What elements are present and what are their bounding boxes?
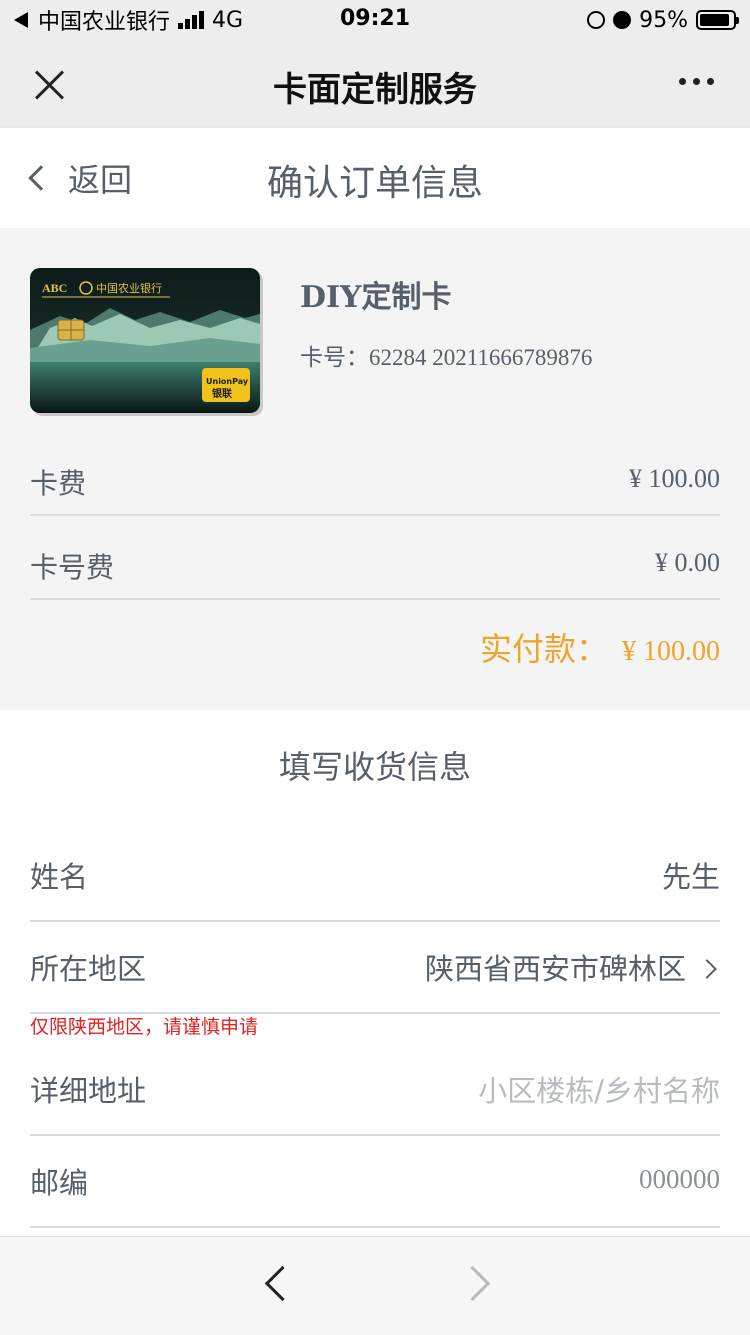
order-summary: ABC 中国农业银行 UnionPay 银联 DIY定制卡 卡号：62284 2… [0,228,750,710]
bottom-nav [0,1236,750,1335]
fee-value: ¥ 0.00 [655,548,720,577]
name-field[interactable]: 先生 [662,854,720,896]
page-header: 返回 确认订单信息 [0,128,750,228]
region-value: 陕西省西安市碑林区 [424,952,686,986]
page-title: 确认订单信息 [266,163,483,204]
delivery-title: 填写收货信息 [278,748,471,786]
alarm-icon [613,11,632,29]
address-row: 详细地址 小区楼栋/乡村名称 [30,1044,720,1136]
more-icon[interactable] [672,78,714,85]
total-value: ¥ 100.00 [622,636,720,667]
status-bar: 中国农业银行 4G 09:21 95% [0,0,750,40]
chevron-left-icon[interactable] [264,1265,301,1302]
zip-field[interactable]: 000000 [639,1164,720,1195]
name-row: 姓名 先生 [30,830,720,922]
total-payment: 实付款： ¥ 100.00 [480,624,720,670]
region-notice: 仅限陕西地区，请谨慎申请 [30,1016,259,1038]
zip-row: 邮编 000000 [30,1136,720,1228]
region-row[interactable]: 所在地区 陕西省西安市碑林区 [30,922,720,1014]
card-bank-name: 中国农业银行 [96,281,162,295]
zip-label: 邮编 [30,1166,89,1200]
address-label: 详细地址 [30,1074,147,1108]
total-label: 实付款： [479,630,608,668]
card-name: DIY定制卡 [300,280,452,315]
name-label: 姓名 [30,860,89,894]
fee-row-card: 卡费 ¥ 100.00 [30,450,720,516]
fee-label: 卡号费 [30,551,115,584]
card-number: 卡号：62284 20211666789876 [300,345,593,370]
card-bank-abbr: ABC [42,281,67,295]
battery-icon [696,10,739,30]
wechat-title: 卡面定制服务 [273,70,477,110]
address-field[interactable]: 小区楼栋/乡村名称 [478,1068,720,1110]
union-pay-label: UnionPay [206,377,249,386]
fee-row-number: 卡号费 ¥ 0.00 [30,534,720,600]
union-pay-cn: 银联 [212,387,232,400]
fee-value: ¥ 100.00 [629,464,720,493]
delivery-form: 填写收货信息 姓名 先生 所在地区 陕西省西安市碑林区 仅限陕西地区，请谨慎申请… [0,710,750,1236]
fee-label: 卡费 [30,467,87,500]
card-image: ABC 中国农业银行 UnionPay 银联 [30,268,260,413]
region-select[interactable]: 陕西省西安市碑林区 [425,946,720,988]
wechat-nav-bar: 卡面定制服务 [0,40,750,128]
chevron-right-icon [697,959,717,979]
status-right: 95% [587,6,739,34]
chevron-right-icon[interactable] [454,1265,491,1302]
battery-percent: 95% [639,7,688,33]
rotation-lock-icon [587,11,606,29]
region-label: 所在地区 [30,952,147,986]
